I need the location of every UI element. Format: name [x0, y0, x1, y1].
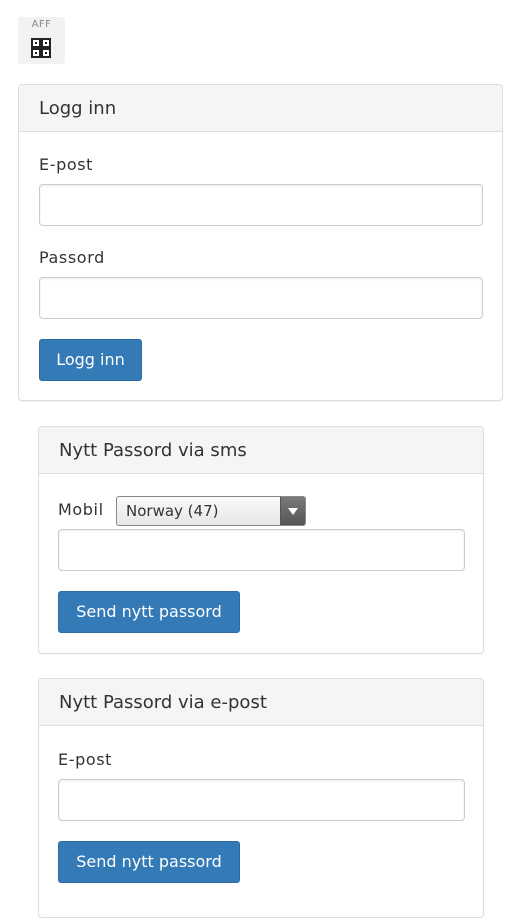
qr-grid-icon [31, 38, 51, 58]
login-panel-heading: Logg inn [19, 85, 502, 132]
email-panel-heading: Nytt Passord via e-post [39, 679, 483, 726]
login-email-label: E-post [39, 155, 94, 174]
send-sms-password-button[interactable]: Send nytt passord [58, 591, 240, 633]
sms-panel-heading: Nytt Passord via sms [39, 427, 483, 474]
logo-text: AFF [31, 19, 52, 30]
phone-input[interactable] [58, 529, 465, 571]
country-code-value: Norway (47) [126, 502, 219, 520]
login-panel-title: Logg inn [39, 98, 117, 119]
mobile-label: Mobil [58, 500, 104, 519]
reset-email-input[interactable] [58, 779, 465, 821]
sms-reset-panel: Nytt Passord via sms Mobil Norway (47) S… [38, 426, 484, 654]
app-logo: AFF [18, 17, 65, 64]
login-password-label: Passord [39, 248, 105, 267]
sms-panel-title: Nytt Passord via sms [59, 440, 247, 461]
send-email-password-button[interactable]: Send nytt passord [58, 841, 240, 883]
login-email-input[interactable] [39, 184, 483, 226]
login-panel: Logg inn E-post Passord Logg inn [18, 84, 503, 401]
country-code-select[interactable]: Norway (47) [116, 496, 306, 526]
reset-email-label: E-post [58, 750, 113, 769]
email-reset-panel: Nytt Passord via e-post E-post Send nytt… [38, 678, 484, 918]
login-password-input[interactable] [39, 277, 483, 319]
chevron-down-icon [280, 497, 305, 525]
email-panel-title: Nytt Passord via e-post [59, 692, 267, 713]
login-button[interactable]: Logg inn [39, 339, 142, 381]
